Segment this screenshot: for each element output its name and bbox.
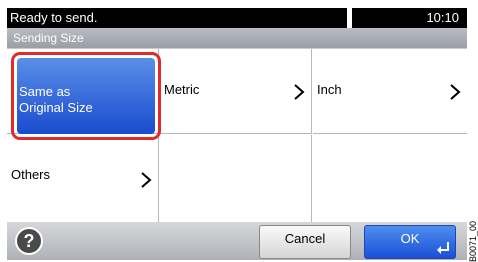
footer-bar: ? Cancel OK <box>7 222 467 260</box>
figure-code: B0071_00 <box>468 220 478 262</box>
enter-icon <box>437 242 449 254</box>
option-inch-label: Inch <box>317 82 342 97</box>
screen-title: Sending Size <box>13 31 84 45</box>
ok-button[interactable]: OK <box>364 225 456 259</box>
option-same-as-original[interactable]: Same as Original Size <box>17 58 155 134</box>
status-message: Ready to send. <box>8 10 347 26</box>
option-others-label: Others <box>11 167 51 182</box>
status-divider <box>347 8 352 28</box>
chevron-right-icon <box>450 84 461 100</box>
option-inch[interactable]: Inch <box>313 49 467 134</box>
option-metric[interactable]: Metric <box>160 49 312 134</box>
option-others[interactable]: Others <box>7 135 159 223</box>
cancel-button[interactable]: Cancel <box>259 225 351 259</box>
screen-title-bar: Sending Size <box>7 28 467 48</box>
empty-cell <box>313 135 467 223</box>
chevron-right-icon <box>294 84 305 100</box>
selection-highlight: Same as Original Size <box>11 52 161 140</box>
empty-cell <box>160 135 312 223</box>
help-button[interactable]: ? <box>15 227 43 255</box>
ok-label: OK <box>400 231 420 246</box>
clock: 10:10 <box>426 10 459 25</box>
option-same-as-original-label: Same as Original Size <box>19 84 93 115</box>
status-bar: Ready to send. 10:10 <box>7 8 467 28</box>
chevron-right-icon <box>141 172 152 188</box>
option-metric-label: Metric <box>164 82 200 97</box>
